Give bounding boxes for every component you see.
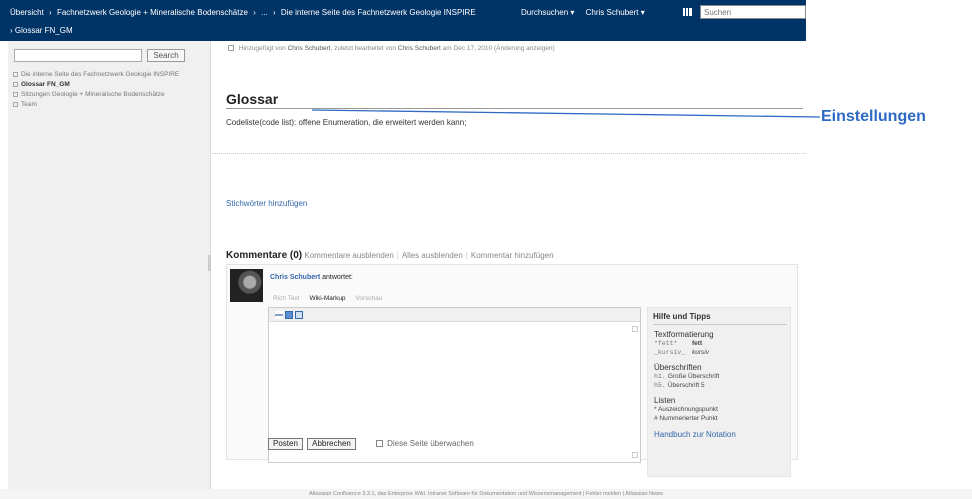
tips-bold-row: *fett* fett xyxy=(654,340,703,347)
header-nav: Durchsuchen ▾ Chris Schubert ▾ xyxy=(521,8,654,17)
help-tips-title: Hilfe und Tipps xyxy=(653,312,711,321)
sidebar-resize-handle[interactable] xyxy=(208,255,211,271)
breadcrumb-current: › Glossar FN_GM xyxy=(10,26,73,35)
comment-form: Chris Schubert antwortet: Rich Text Wiki… xyxy=(226,264,798,477)
watch-page-option[interactable]: Diese Seite überwachen xyxy=(376,438,474,450)
tree-item-glossar[interactable]: Glossar FN_GM xyxy=(11,81,191,89)
cancel-button[interactable]: Abbrechen xyxy=(307,438,356,450)
breadcrumb-parent[interactable]: Die interne Seite des Fachnetzwerk Geolo… xyxy=(281,8,476,17)
browse-menu[interactable]: Durchsuchen ▾ xyxy=(521,8,574,17)
tree-item-root[interactable]: Die interne Seite des Fachnetzwerk Geolo… xyxy=(11,71,191,79)
user-menu[interactable]: Chris Schubert ▾ xyxy=(586,8,645,17)
top-header: Übersicht › Fachnetzwerk Geologie + Mine… xyxy=(0,0,806,41)
tips-italic-row: _kursiv_ kursiv xyxy=(654,349,709,356)
page-icon xyxy=(13,92,18,97)
comment-actions: Posten Abbrechen Diese Seite überwachen xyxy=(268,438,474,450)
sidebar-search-input[interactable] xyxy=(14,49,142,62)
page-body-text: Codeliste(code list): offene Enumeration… xyxy=(226,118,467,127)
tab-preview[interactable]: Vorschau xyxy=(355,295,382,302)
hide-comments-link[interactable]: Kommentare ausblenden xyxy=(304,251,393,260)
comments-header: Kommentare (0) Kommentare ausblenden | All… xyxy=(226,250,554,261)
tree-item-label: Glossar FN_GM xyxy=(21,81,70,88)
insert-table-icon[interactable] xyxy=(295,311,303,319)
add-comment-link[interactable]: Kommentar hinzufügen xyxy=(471,251,554,260)
callout-line xyxy=(312,109,820,118)
watch-label: Diese Seite überwachen xyxy=(387,439,474,448)
scroll-down-icon[interactable] xyxy=(632,452,638,458)
collapse-icon[interactable] xyxy=(13,72,18,77)
tips-headings-heading: Überschriften xyxy=(654,363,702,372)
meta-editor-link[interactable]: Chris Schubert xyxy=(398,45,441,52)
sidebar-search-button[interactable]: Search xyxy=(147,49,185,62)
tips-lists-heading: Listen xyxy=(654,396,676,405)
lock-icon xyxy=(228,45,234,51)
notation-guide-link[interactable]: Handbuch zur Notation xyxy=(654,430,790,439)
page-icon xyxy=(13,102,18,107)
tab-rich-text[interactable]: Rich Text xyxy=(273,295,300,302)
insert-link-icon[interactable] xyxy=(275,311,283,319)
header-search-input[interactable] xyxy=(700,5,806,19)
sidebar-toggle-icon[interactable] xyxy=(683,8,692,16)
comment-author-suffix: antwortet: xyxy=(322,274,353,281)
page-tree: Die interne Seite des Fachnetzwerk Geolo… xyxy=(11,71,191,111)
breadcrumb-sep: › xyxy=(272,8,276,17)
tips-h1-row: h1. Große Überschrift xyxy=(654,373,720,380)
meta-prefix: Hinzugefügt von xyxy=(238,45,286,52)
tree-item-label: Sitzungen Geologie + Mineralische Bodens… xyxy=(21,91,165,98)
post-button[interactable]: Posten xyxy=(268,438,303,450)
footer: Atlassian Confluence 3.3.1, das Enterpri… xyxy=(0,489,972,499)
breadcrumb-overview[interactable]: Übersicht xyxy=(10,8,44,17)
add-labels-link[interactable]: Stichwörter hinzufügen xyxy=(226,199,307,208)
tree-item-label: Team xyxy=(21,101,37,108)
insert-image-icon[interactable] xyxy=(285,311,293,319)
help-tips-divider xyxy=(653,324,787,325)
sidebar: Search Die interne Seite des Fachnetzwer… xyxy=(8,41,211,489)
watch-checkbox[interactable] xyxy=(376,440,384,447)
comment-author-link[interactable]: Chris Schubert xyxy=(270,274,320,281)
hide-all-link[interactable]: Alles ausblenden xyxy=(402,251,463,260)
editor-tabs: Rich Text Wiki-Markup Vorschau xyxy=(273,295,390,302)
tree-item-sitzungen[interactable]: Sitzungen Geologie + Mineralische Bodens… xyxy=(11,91,191,99)
breadcrumb-space[interactable]: Fachnetzwerk Geologie + Mineralische Bod… xyxy=(57,8,248,17)
scroll-up-icon[interactable] xyxy=(632,326,638,332)
tips-numbered-row: # Nummerierter Punkt xyxy=(654,415,718,422)
page-metadata: Hinzugefügt von Chris Schubert, zuletzt … xyxy=(228,45,555,52)
view-change-link[interactable]: (Änderung anzeigen) xyxy=(494,45,555,52)
help-tips-body: Textformatierung *fett* fett _kursiv_ kurs… xyxy=(654,330,790,439)
help-tips-panel: Hilfe und Tipps Textformatierung *fett* f… xyxy=(647,307,791,477)
content-divider xyxy=(212,153,806,154)
breadcrumb-sep: › xyxy=(253,8,256,17)
avatar[interactable] xyxy=(230,269,263,302)
tree-item-team[interactable]: Team xyxy=(11,101,191,109)
editor-toolbar xyxy=(269,308,640,322)
tips-h5-row: h5. Überschrift 5 xyxy=(654,382,705,389)
comment-author: Chris Schubert antwortet: xyxy=(270,274,353,281)
breadcrumb-sep: › xyxy=(49,8,52,17)
meta-author-link[interactable]: Chris Schubert xyxy=(288,45,331,52)
breadcrumb-ellipsis[interactable]: ... xyxy=(261,8,268,17)
tree-item-label: Die interne Seite des Fachnetzwerk Geolo… xyxy=(21,71,180,78)
breadcrumb: Übersicht › Fachnetzwerk Geologie + Mine… xyxy=(10,8,479,17)
page-title: Glossar xyxy=(226,91,279,107)
meta-mid: , zuletzt bearbeitet von xyxy=(330,45,397,52)
meta-date: am Dec 17, 2010 xyxy=(442,45,493,52)
tab-wiki-markup[interactable]: Wiki-Markup xyxy=(309,295,345,302)
tips-formatting-heading: Textformatierung xyxy=(654,330,714,339)
callout-label: Einstellungen xyxy=(821,108,926,125)
page-icon xyxy=(13,82,18,87)
tips-bullet-row: * Auszeichnungspunkt xyxy=(654,406,718,413)
comments-title: Kommentare (0) xyxy=(226,250,303,261)
